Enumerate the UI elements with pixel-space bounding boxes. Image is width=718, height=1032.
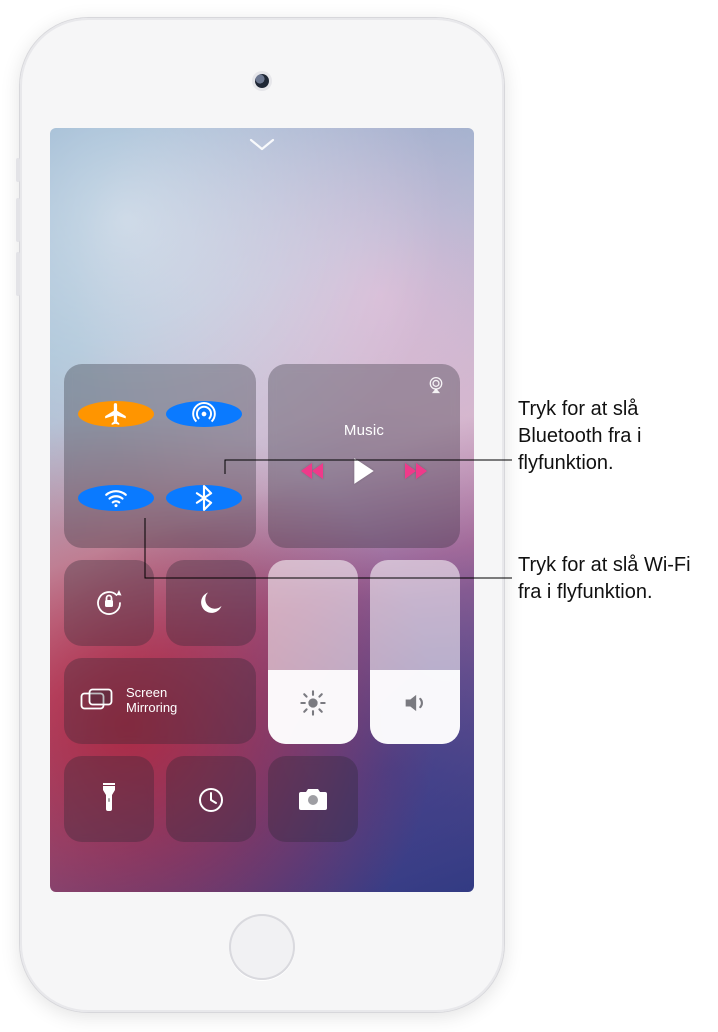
volume-up-button[interactable] — [16, 198, 20, 242]
flashlight-button[interactable] — [64, 756, 154, 842]
orientation-lock-toggle[interactable] — [64, 560, 154, 646]
airdrop-icon — [191, 401, 217, 427]
camera-button[interactable] — [268, 756, 358, 842]
volume-down-button[interactable] — [16, 252, 20, 296]
next-track-button[interactable] — [403, 462, 427, 485]
camera-icon — [297, 786, 329, 812]
airplane-icon — [103, 401, 129, 427]
screen-mirroring-label: Screen Mirroring — [126, 686, 177, 716]
screen: Music — [50, 128, 474, 892]
control-center: Music — [64, 364, 460, 842]
timer-button[interactable] — [166, 756, 256, 842]
connectivity-group[interactable] — [64, 364, 256, 548]
screen-mirroring-icon — [80, 688, 114, 714]
volume-icon — [401, 689, 429, 722]
bluetooth-toggle[interactable] — [166, 485, 242, 511]
media-controls[interactable]: Music — [268, 364, 460, 548]
airdrop-toggle[interactable] — [166, 401, 242, 427]
previous-track-button[interactable] — [301, 462, 325, 485]
device-frame: Music — [20, 18, 504, 1012]
home-button[interactable] — [229, 914, 295, 980]
orientation-lock-icon — [92, 586, 126, 620]
wifi-toggle[interactable] — [78, 485, 154, 511]
dismiss-chevron-icon[interactable] — [249, 138, 275, 157]
transport-controls — [301, 457, 427, 490]
timer-icon — [196, 784, 226, 814]
screen-mirroring-button[interactable]: Screen Mirroring — [64, 658, 256, 744]
callout-wifi: Tryk for at slå Wi-Fi fra i flyfunktion. — [518, 552, 708, 606]
brightness-slider[interactable] — [268, 560, 358, 744]
front-camera — [255, 74, 269, 88]
airplane-mode-toggle[interactable] — [78, 401, 154, 427]
volume-slider[interactable] — [370, 560, 460, 744]
callout-bluetooth: Tryk for at slå Bluetooth fra i flyfunkt… — [518, 396, 708, 477]
bluetooth-icon — [193, 485, 215, 511]
ring-switch[interactable] — [16, 158, 20, 182]
flashlight-icon — [100, 783, 118, 815]
wifi-icon — [103, 485, 129, 511]
airplay-icon[interactable] — [426, 376, 446, 399]
brightness-icon — [299, 689, 327, 722]
moon-icon — [197, 589, 225, 617]
media-source-label: Music — [344, 422, 384, 439]
do-not-disturb-toggle[interactable] — [166, 560, 256, 646]
play-button[interactable] — [351, 457, 377, 490]
